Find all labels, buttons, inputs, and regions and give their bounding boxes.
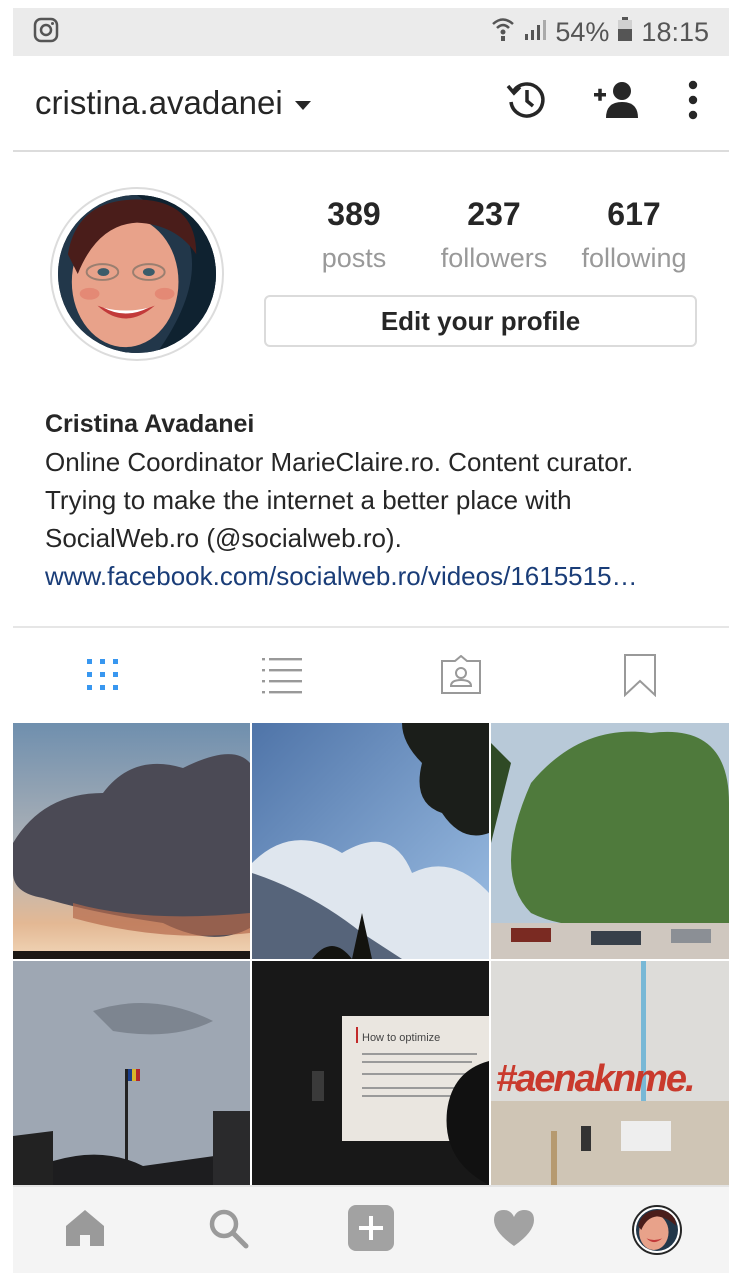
search-icon (207, 1207, 249, 1254)
nav-activity[interactable] (474, 1195, 554, 1265)
clock: 18:15 (641, 16, 709, 47)
wifi-icon (491, 16, 515, 49)
history-icon[interactable] (505, 78, 549, 127)
profile-picture[interactable] (50, 187, 224, 361)
instagram-notification-icon (33, 17, 59, 48)
post-thumbnail-dusk-flag[interactable] (13, 961, 250, 1185)
followers-count[interactable]: 237 followers (424, 196, 564, 274)
heart-icon (492, 1208, 536, 1253)
nav-search[interactable] (188, 1195, 268, 1265)
bio-line: Online Coordinator MarieClaire.ro. Conte… (45, 447, 634, 477)
post-thumbnail-sky-trees[interactable] (252, 723, 489, 959)
bio-line: Trying to make the internet a better pla… (45, 485, 572, 515)
profile-bio: Cristina Avadanei Online Coordinator Mar… (45, 405, 705, 595)
stat-value: 617 (607, 196, 661, 232)
stat-value: 389 (327, 196, 381, 232)
tab-grid[interactable] (63, 647, 143, 707)
posts-count[interactable]: 389 posts (284, 196, 424, 274)
following-count[interactable]: 617 following (564, 196, 704, 274)
edit-profile-button[interactable]: Edit your profile (264, 295, 697, 347)
list-icon (261, 656, 303, 699)
stat-label: posts (321, 243, 387, 273)
post-thumbnail-street-trees[interactable] (491, 723, 729, 959)
posts-grid: How to optimize #aenaknme. (13, 723, 729, 1185)
bottom-navigation (13, 1185, 729, 1273)
username: cristina.avadanei (35, 84, 283, 121)
slide-title: How to optimize (362, 1032, 440, 1044)
tagged-person-icon (440, 654, 482, 700)
bookmark-icon (623, 653, 657, 702)
stat-label: following (581, 243, 687, 273)
bio-line: SocialWeb.ro (@socialweb.ro). (45, 523, 402, 553)
nav-new-post[interactable] (331, 1195, 411, 1265)
add-post-icon (347, 1204, 395, 1257)
profile-stats: 389 posts 237 followers 617 following (284, 196, 704, 274)
profile-view-tabs (13, 640, 729, 714)
full-name: Cristina Avadanei (45, 410, 255, 438)
account-switcher[interactable]: cristina.avadanei (35, 84, 311, 122)
post-thumbnail-presentation[interactable]: How to optimize (252, 961, 489, 1185)
stat-value: 237 (467, 196, 521, 232)
more-options-icon[interactable] (687, 80, 699, 125)
battery-percent: 54% (555, 16, 610, 47)
battery-icon (617, 16, 633, 49)
post-thumbnail-clouds-sunset[interactable] (13, 723, 250, 959)
nav-home[interactable] (45, 1195, 125, 1265)
sign-text: #aenaknme. (496, 1058, 694, 1100)
profile-header: cristina.avadanei (13, 56, 729, 152)
tab-list[interactable] (242, 647, 322, 707)
grid-icon (85, 657, 121, 698)
home-icon (64, 1208, 106, 1253)
avatar (632, 1205, 683, 1255)
tab-tagged[interactable] (421, 647, 501, 707)
nav-profile[interactable] (617, 1195, 697, 1265)
add-person-icon[interactable] (593, 80, 643, 125)
stat-label: followers (440, 243, 548, 273)
status-bar: 54% 18:15 (13, 8, 729, 56)
signal-icon (523, 17, 547, 48)
divider (13, 626, 729, 628)
bio-link[interactable]: www.facebook.com/socialweb.ro/videos/161… (45, 557, 705, 595)
tab-saved[interactable] (600, 647, 680, 707)
post-thumbnail-sign-shelf[interactable]: #aenaknme. (491, 961, 729, 1185)
chevron-down-icon (294, 100, 311, 110)
